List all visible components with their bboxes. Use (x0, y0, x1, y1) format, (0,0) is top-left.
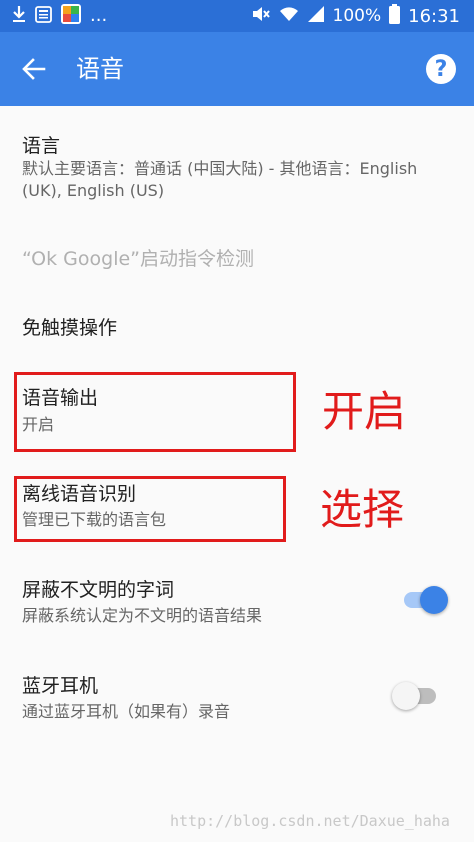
toggle-thumb (420, 586, 448, 614)
setting-title: 语言 (22, 135, 61, 157)
settings-screen: ... 100% 16:31 语音 ? 语言 默认主要语言：普通话 (中国大陆)… (0, 0, 474, 842)
setting-title: 屏蔽不文明的字词 (22, 579, 175, 601)
setting-title: 蓝牙耳机 (22, 675, 99, 697)
setting-language[interactable]: 语言 默认主要语言：普通话 (中国大陆) - 其他语言：English (UK)… (0, 106, 474, 214)
help-button[interactable]: ? (426, 54, 456, 84)
app-bar: 语音 ? (0, 32, 474, 106)
watermark: http://blog.csdn.net/Daxue_haha (170, 812, 450, 830)
annotation-box-offline (14, 476, 286, 542)
status-bar-left: ... (12, 4, 108, 28)
wifi-icon (279, 5, 299, 28)
back-button[interactable] (14, 49, 54, 89)
setting-handsfree[interactable]: 免触摸操作 (0, 300, 474, 358)
signal-icon (307, 5, 325, 28)
download-icon (12, 5, 26, 27)
annotation-label-voice-output: 开启 (322, 387, 407, 436)
setting-bluetooth-headset[interactable]: 蓝牙耳机 通过蓝牙耳机（如果有）录音 (0, 662, 474, 738)
block-offensive-toggle[interactable] (400, 582, 452, 616)
bluetooth-toggle[interactable] (392, 678, 444, 712)
news-icon (35, 5, 52, 27)
clock: 16:31 (408, 5, 460, 27)
page-title: 语音 (76, 55, 124, 83)
setting-title: 免触摸操作 (22, 317, 118, 339)
battery-percent: 100% (332, 6, 382, 26)
setting-subtitle: 默认主要语言：普通话 (中国大陆) - 其他语言：English (UK), E… (22, 159, 418, 200)
annotation-label-offline: 选择 (320, 485, 405, 534)
annotation-box-voice-output (14, 372, 296, 452)
setting-title: “Ok Google”启动指令检测 (22, 248, 255, 270)
setting-subtitle: 屏蔽系统认定为不文明的语音结果 (22, 606, 263, 625)
toggle-thumb (392, 682, 420, 710)
setting-ok-google[interactable]: “Ok Google”启动指令检测 (0, 230, 474, 288)
more-notifications: ... (90, 5, 108, 26)
status-bar-right: 100% 16:31 (251, 3, 460, 29)
mute-icon (251, 5, 271, 28)
help-icon: ? (434, 56, 448, 82)
battery-icon (389, 3, 401, 29)
arrow-left-icon (22, 58, 46, 80)
setting-block-offensive[interactable]: 屏蔽不文明的字词 屏蔽系统认定为不文明的语音结果 (0, 566, 474, 642)
app-icon (61, 4, 81, 28)
status-bar: ... 100% 16:31 (0, 0, 474, 32)
